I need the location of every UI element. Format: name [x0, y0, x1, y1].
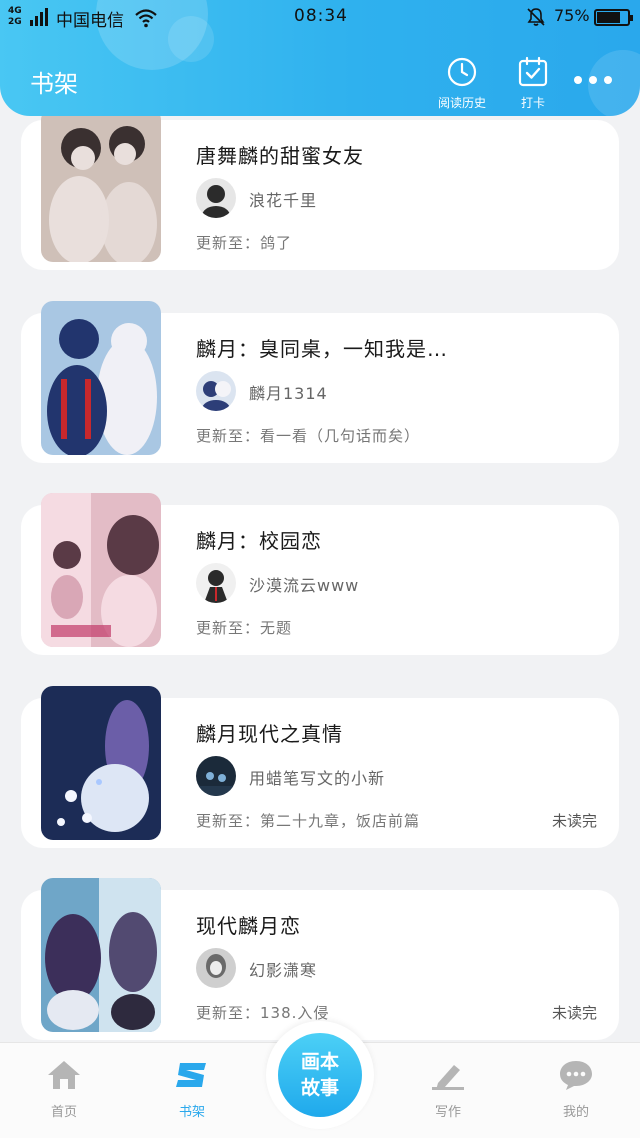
book-title: 麟月现代之真情	[196, 722, 343, 746]
book-title: 唐舞麟的甜蜜女友	[196, 144, 364, 168]
author-name: 用蜡笔写文的小新	[249, 769, 386, 788]
author-avatar	[196, 756, 236, 796]
status-bar: 4G 2G 中国电信 08:34 75%	[0, 0, 640, 34]
wifi-icon	[135, 9, 157, 28]
nav-write[interactable]: 写作	[408, 1059, 488, 1120]
carrier-name: 中国电信	[56, 11, 124, 31]
picture-story-label-2: 故事	[300, 1077, 339, 1099]
pencil-icon	[432, 1065, 464, 1090]
bottom-navigation: 首页 书架 画本 故事 写作 我的	[0, 1021, 640, 1138]
app-header: 4G 2G 中国电信 08:34 75% 书架 阅读历史 打卡	[0, 0, 640, 116]
network-type-bottom: 2G	[8, 17, 22, 27]
book-cover[interactable]	[41, 878, 161, 1032]
clock-icon	[447, 57, 477, 87]
chat-bubble-icon	[560, 1061, 592, 1090]
unread-badge: 未读完	[551, 1004, 597, 1022]
book-cover[interactable]	[41, 116, 161, 262]
author-name: 幻影潇寒	[249, 961, 318, 980]
update-status: 更新至：第二十九章，饭店前篇	[196, 812, 421, 830]
network-type-top: 4G	[8, 6, 22, 16]
reading-history-label: 阅读历史	[437, 96, 486, 110]
author-avatar	[196, 948, 236, 988]
picture-story-label-1: 画本	[300, 1051, 339, 1073]
nav-home-label: 首页	[50, 1105, 77, 1120]
nav-home[interactable]: 首页	[24, 1059, 104, 1120]
book-card[interactable]: 现代麟月恋 幻影潇寒 更新至：138.入侵 未读完	[21, 878, 619, 1040]
calendar-check-icon	[518, 56, 548, 87]
author-name: 麟月1314	[249, 384, 328, 403]
book-card[interactable]: 唐舞麟的甜蜜女友 浪花千里 更新至：鸽了	[21, 116, 619, 270]
shelf-s-icon	[176, 1063, 206, 1087]
book-card[interactable]: 麟月：臭同桌，一知我是… 麟月1314 更新至：看一看（几句话而矣）	[21, 301, 619, 463]
battery-percent: 75%	[554, 6, 590, 25]
picture-story-button[interactable]: 画本 故事	[278, 1033, 362, 1117]
author-avatar	[196, 371, 236, 411]
nav-mine-label: 我的	[562, 1105, 589, 1120]
update-status: 更新至：无题	[196, 619, 293, 637]
book-cover[interactable]	[41, 301, 161, 455]
checkin-button[interactable]: 打卡	[501, 56, 565, 111]
unread-badge: 未读完	[551, 812, 597, 830]
author-name: 沙漠流云www	[249, 576, 360, 595]
checkin-label: 打卡	[520, 96, 545, 110]
signal-icon: 4G 2G	[8, 6, 52, 30]
more-dots-icon[interactable]	[574, 76, 614, 86]
nav-mine[interactable]: 我的	[536, 1059, 616, 1120]
book-title: 麟月：校园恋	[196, 529, 322, 553]
book-title: 现代麟月恋	[196, 914, 301, 938]
clock-time: 08:34	[294, 6, 348, 26]
bookshelf-list[interactable]: 唐舞麟的甜蜜女友 浪花千里 更新至：鸽了 麟月：臭同桌，一知我是… 麟月1314…	[0, 116, 640, 1042]
book-title: 麟月：臭同桌，一知我是…	[196, 337, 448, 361]
update-status: 更新至：看一看（几句话而矣）	[196, 427, 421, 445]
book-cover[interactable]	[41, 686, 161, 840]
mute-bell-icon	[527, 8, 545, 26]
book-card[interactable]: 麟月现代之真情 用蜡笔写文的小新 更新至：第二十九章，饭店前篇 未读完	[21, 686, 619, 848]
author-avatar	[196, 178, 236, 218]
book-cover[interactable]	[41, 493, 161, 647]
page-title: 书架	[30, 70, 78, 98]
nav-bookshelf-label: 书架	[178, 1105, 205, 1120]
battery-icon	[594, 9, 633, 26]
update-status: 更新至：138.入侵	[196, 1004, 330, 1022]
author-name: 浪花千里	[249, 191, 318, 210]
author-avatar	[196, 563, 236, 603]
nav-write-label: 写作	[434, 1105, 461, 1120]
home-icon	[48, 1061, 80, 1089]
reading-history-button[interactable]: 阅读历史	[430, 56, 494, 111]
nav-bookshelf[interactable]: 书架	[152, 1059, 232, 1120]
book-card[interactable]: 麟月：校园恋 沙漠流云www 更新至：无题	[21, 493, 619, 655]
update-status: 更新至：鸽了	[196, 234, 293, 252]
